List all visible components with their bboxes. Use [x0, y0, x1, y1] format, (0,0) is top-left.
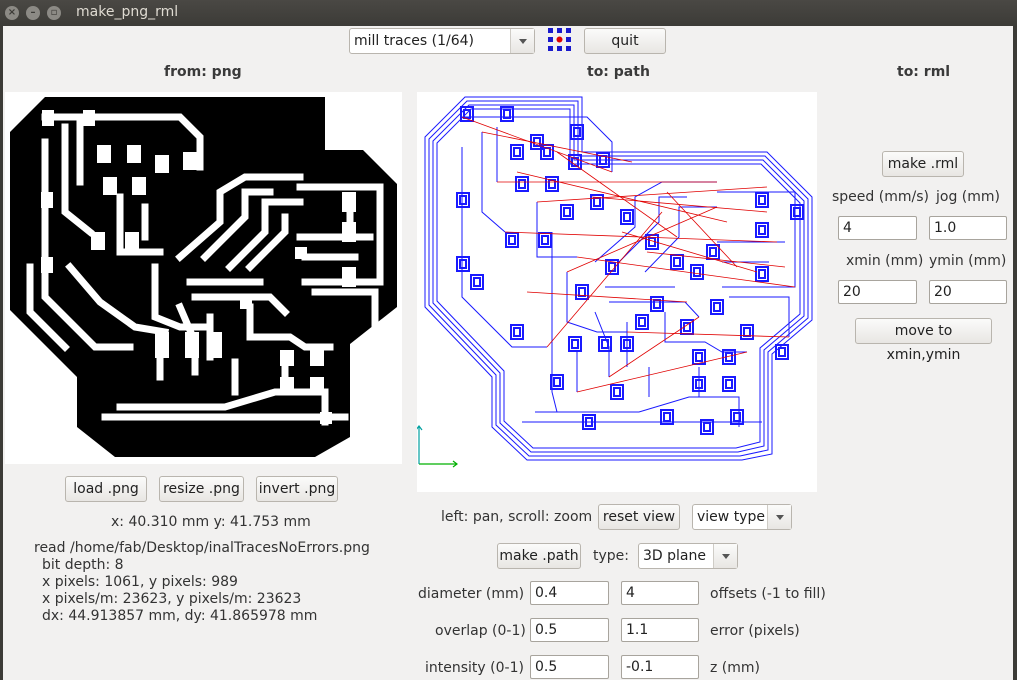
path-pad-inner: [623, 212, 631, 222]
move-to-origin-button[interactable]: move to xmin,ymin: [855, 318, 992, 363]
to-path-heading: to: path: [587, 64, 650, 80]
overlap-label: overlap (0-1): [435, 623, 526, 639]
path-pad-inner: [713, 302, 721, 312]
make-path-button[interactable]: make .path: [497, 543, 581, 569]
png-info-dims: dx: 44.913857 mm, dy: 41.865978 mm: [42, 608, 318, 624]
intensity-label: intensity (0-1): [425, 660, 524, 676]
window-edge-left: [0, 26, 3, 680]
load-png-button[interactable]: load .png: [65, 476, 147, 502]
path-pad-inner: [638, 317, 646, 327]
path-view-hint: left: pan, scroll: zoom: [441, 509, 593, 525]
path-pad-inner: [459, 259, 467, 269]
chevron-down-icon[interactable]: [713, 544, 737, 568]
type-label: type:: [593, 548, 629, 564]
to-rml-heading: to: rml: [897, 64, 951, 80]
path-type-select[interactable]: 3D plane: [638, 543, 738, 569]
png-info-read: read /home/fab/Desktop/inalTracesNoError…: [34, 540, 370, 556]
process-select[interactable]: mill traces (1/64): [349, 28, 535, 54]
path-pad-inner: [758, 225, 766, 235]
path-pad-inner: [778, 347, 786, 357]
xmin-label: xmin (mm): [846, 253, 924, 269]
path-pad-inner: [758, 195, 766, 205]
path-pad-inner: [673, 257, 681, 267]
z-label: z (mm): [710, 660, 760, 676]
path-pad-inner: [518, 179, 526, 189]
path-pad-inner: [459, 195, 467, 205]
png-preview[interactable]: [5, 92, 402, 464]
path-pad-inner: [709, 247, 717, 257]
path-pad-inner: [648, 237, 656, 247]
window-edge-right: [1013, 26, 1017, 680]
quit-button[interactable]: quit: [584, 28, 666, 54]
path-pad-inner: [473, 277, 481, 287]
path-pad-inner: [663, 412, 671, 422]
path-pad-inner: [563, 207, 571, 217]
path-pad-inner: [608, 262, 616, 272]
invert-png-button[interactable]: invert .png: [256, 476, 338, 502]
chevron-down-icon[interactable]: [767, 505, 791, 529]
path-pad-inner: [553, 377, 561, 387]
jog-input[interactable]: 1.0: [929, 216, 1007, 240]
speed-label: speed (mm/s): [832, 189, 929, 205]
path-pad-inner: [725, 379, 733, 389]
view-type-select[interactable]: view type: [692, 504, 792, 530]
path-pad-inner: [703, 422, 711, 432]
offsets-input[interactable]: 4: [621, 581, 699, 605]
png-info: read /home/fab/Desktop/inalTracesNoError…: [34, 540, 370, 625]
path-pad-inner: [733, 412, 741, 422]
error-input[interactable]: 1.1: [621, 618, 699, 642]
path-pad-inner: [601, 339, 609, 349]
path-pad-inner: [653, 299, 661, 309]
jog-label: jog (mm): [936, 189, 1000, 205]
window-titlebar: × – ▫ make_png_rml: [0, 0, 1017, 26]
path-pad-inner: [541, 235, 549, 245]
cursor-coordinates: x: 40.310 mm y: 41.753 mm: [111, 514, 311, 530]
process-select-value: mill traces (1/64): [354, 33, 474, 49]
path-pad-inner: [508, 235, 516, 245]
ymin-input[interactable]: 20: [929, 280, 1007, 304]
diameter-input[interactable]: 0.4: [530, 581, 609, 605]
speed-input[interactable]: 4: [838, 216, 917, 240]
minimize-window-icon[interactable]: –: [26, 6, 40, 20]
make-rml-button[interactable]: make .rml: [882, 151, 964, 177]
offsets-label: offsets (-1 to fill): [710, 586, 826, 602]
maximize-window-icon[interactable]: ▫: [47, 6, 61, 20]
path-pad-inner: [573, 127, 581, 137]
chevron-down-icon[interactable]: [510, 29, 534, 53]
path-pad-inner: [793, 207, 801, 217]
ymin-label: ymin (mm): [929, 253, 1007, 269]
path-pad-inner: [613, 387, 621, 397]
error-label: error (pixels): [710, 623, 800, 639]
png-info-pixels-per-m: x pixels/m: 23623, y pixels/m: 23623: [42, 591, 302, 607]
app-logo-icon: [548, 28, 571, 51]
path-preview[interactable]: [415, 92, 817, 492]
xmin-input[interactable]: 20: [838, 280, 917, 304]
path-pad-inner: [578, 287, 586, 297]
path-type-value: 3D plane: [643, 548, 706, 564]
path-pad-inner: [758, 269, 766, 279]
from-png-heading: from: png: [164, 64, 242, 80]
view-type-value: view type: [697, 509, 765, 525]
close-window-icon[interactable]: ×: [5, 6, 19, 20]
window-title: make_png_rml: [76, 4, 179, 20]
png-info-bit-depth: bit depth: 8: [42, 557, 124, 573]
reset-view-button[interactable]: reset view: [598, 504, 680, 530]
path-pad-inner: [683, 322, 691, 332]
path-pad-inner: [693, 267, 701, 277]
png-info-pixels: x pixels: 1061, y pixels: 989: [42, 574, 238, 590]
path-pad-inner: [571, 339, 579, 349]
path-pad-inner: [513, 147, 521, 157]
path-pad-inner: [593, 197, 601, 207]
intensity-input[interactable]: 0.5: [530, 655, 609, 679]
path-pad-inner: [695, 352, 703, 362]
path-pad-inner: [743, 327, 751, 337]
diameter-label: diameter (mm): [418, 586, 525, 602]
path-pad-inner: [513, 327, 521, 337]
overlap-input[interactable]: 0.5: [530, 618, 609, 642]
z-input[interactable]: -0.1: [621, 655, 699, 679]
resize-png-button[interactable]: resize .png: [159, 476, 244, 502]
